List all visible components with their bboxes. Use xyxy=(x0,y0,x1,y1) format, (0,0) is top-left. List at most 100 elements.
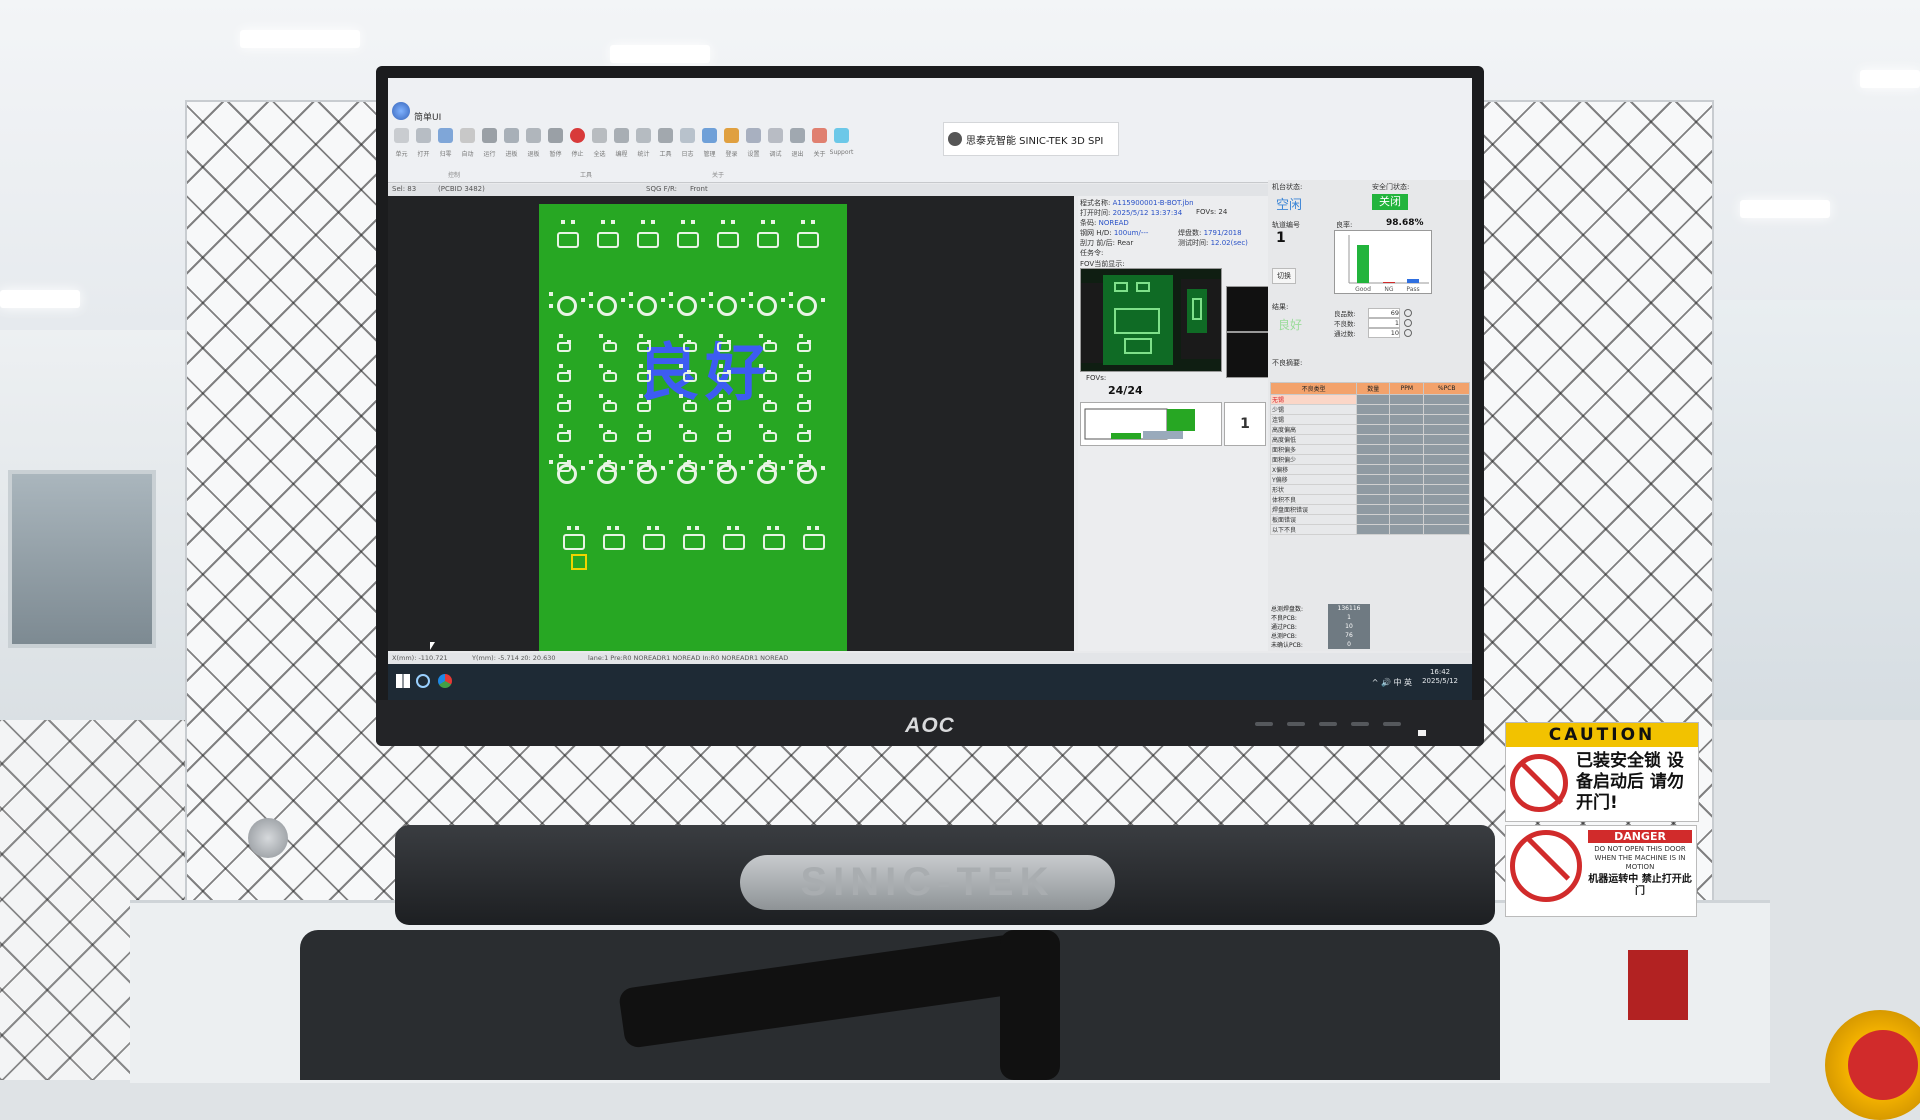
tool-label: 停止 xyxy=(571,151,584,158)
grid-tool-button[interactable]: 单元 xyxy=(392,122,411,168)
board-in-tool-button[interactable]: 进板 xyxy=(502,122,521,168)
app-menu-icon[interactable] xyxy=(392,102,410,120)
count-value: 69 xyxy=(1368,308,1400,318)
pcb-pad xyxy=(797,372,811,382)
folder-tool-button[interactable]: 打开 xyxy=(414,122,433,168)
tool-label: 调试 xyxy=(769,151,782,158)
support-icon xyxy=(834,128,849,143)
pcb-pad xyxy=(687,526,691,530)
pcb-pad xyxy=(581,298,585,302)
table-row[interactable]: 焊盘面积错误 xyxy=(1269,504,1470,515)
select-tool-button[interactable]: 全选 xyxy=(590,122,609,168)
defect-ppm xyxy=(1389,504,1425,515)
users-tool-button[interactable]: 管理 xyxy=(700,122,719,168)
defect-type: Y偏移 xyxy=(1269,474,1358,485)
monitor-button[interactable] xyxy=(1287,722,1305,726)
pcb-pad xyxy=(749,460,753,464)
auto-tool-button[interactable]: 自动 xyxy=(458,122,477,168)
tool-label: 进板 xyxy=(505,151,518,158)
defect-count xyxy=(1356,444,1391,455)
pcb-pad xyxy=(727,526,731,530)
board-view[interactable]: 良好 xyxy=(388,196,1074,651)
table-row[interactable]: 高度偏低 xyxy=(1269,434,1470,445)
support-tool-button[interactable]: Support xyxy=(830,122,853,168)
play-tool-button[interactable]: 运行 xyxy=(480,122,499,168)
stats-tool-button[interactable]: 统计 xyxy=(634,122,653,168)
table-row[interactable]: 形状 xyxy=(1269,484,1470,495)
pcb-pad xyxy=(723,534,745,550)
pcb-pad xyxy=(759,334,763,338)
pcb-pad xyxy=(599,424,603,428)
fov-thumbnail[interactable] xyxy=(1226,332,1270,378)
chart-label-good: Good xyxy=(1355,286,1371,293)
tool-label: 统计 xyxy=(637,151,650,158)
system-tray[interactable]: ^ 🔊 中 英 xyxy=(1372,677,1412,688)
table-row[interactable]: 连锡 xyxy=(1269,414,1470,425)
monitor-button[interactable] xyxy=(1319,722,1337,726)
table-row[interactable]: 面积偏少 xyxy=(1269,454,1470,465)
table-row[interactable]: 高度偏高 xyxy=(1269,424,1470,435)
tool-tool-button[interactable]: 工具 xyxy=(656,122,675,168)
debug-tool-button[interactable]: 调试 xyxy=(766,122,785,168)
stop-tool-button[interactable]: 停止 xyxy=(568,122,587,168)
column-header[interactable]: 不良类型 xyxy=(1269,382,1358,395)
mode-radio[interactable] xyxy=(1404,309,1412,317)
user-tool-button[interactable]: 登录 xyxy=(722,122,741,168)
monitor-button[interactable] xyxy=(1255,722,1273,726)
defect-summary-label: 不良摘要: xyxy=(1272,359,1303,367)
board-out-tool-button[interactable]: 退板 xyxy=(524,122,543,168)
switch-button[interactable]: 切换 xyxy=(1272,268,1296,284)
defect-pcb-pct xyxy=(1423,514,1470,525)
about-tool-button[interactable]: 关于 xyxy=(810,122,829,168)
yield-label: 良率: xyxy=(1336,221,1353,229)
pcb-pad xyxy=(661,298,665,302)
pcb-image[interactable]: 良好 xyxy=(539,204,847,651)
fov-image[interactable] xyxy=(1080,268,1222,372)
clock-tool-button[interactable]: 日志 xyxy=(678,122,697,168)
table-row[interactable]: 无锡 xyxy=(1269,394,1470,405)
chrome-icon[interactable] xyxy=(438,674,452,688)
link-tool-button[interactable]: 设置 xyxy=(744,122,763,168)
chart-label-pass: Pass xyxy=(1406,286,1419,293)
exit-tool-button[interactable]: 退出 xyxy=(788,122,807,168)
board-in-icon xyxy=(504,128,519,143)
program-tool-button[interactable]: 编程 xyxy=(612,122,631,168)
pcb-component xyxy=(637,296,657,316)
app-taskbar-icon[interactable] xyxy=(416,674,430,688)
summary-row: 未确认PCB: 0 xyxy=(1270,640,1470,649)
pcb-pad xyxy=(797,432,811,442)
table-row[interactable]: 以下不良 xyxy=(1269,524,1470,535)
mode-radio[interactable] xyxy=(1404,319,1412,327)
table-row[interactable]: 面积偏多 xyxy=(1269,444,1470,455)
open-time: 打开时间: 2025/5/12 13:37:34 xyxy=(1080,209,1183,217)
pcb-component xyxy=(677,296,697,316)
power-button[interactable] xyxy=(1418,730,1426,736)
fov-thumbnail[interactable] xyxy=(1226,286,1270,332)
column-header[interactable]: 数量 xyxy=(1356,382,1391,395)
table-row[interactable]: 体积不良 xyxy=(1269,494,1470,505)
table-row[interactable]: X偏移 xyxy=(1269,464,1470,475)
pcb-pad xyxy=(603,534,625,550)
taskbar-clock[interactable]: 16:42 2025/5/12 xyxy=(1422,668,1458,686)
defect-type: 高度偏低 xyxy=(1269,434,1358,445)
pcb-pad xyxy=(719,334,723,338)
pause-tool-button[interactable]: 暂停 xyxy=(546,122,565,168)
defect-count xyxy=(1356,484,1391,495)
home-tool-button[interactable]: 归零 xyxy=(436,122,455,168)
defect-pcb-pct xyxy=(1423,474,1470,485)
defect-ppm xyxy=(1389,474,1425,485)
monitor-button[interactable] xyxy=(1383,722,1401,726)
column-header[interactable]: PPM xyxy=(1389,382,1425,395)
mode-radio[interactable] xyxy=(1404,329,1412,337)
stop-icon xyxy=(570,128,585,143)
column-header[interactable]: %PCB xyxy=(1423,382,1470,395)
pcb-pad xyxy=(797,232,819,248)
table-row[interactable]: 板面错误 xyxy=(1269,514,1470,525)
emergency-stop-button[interactable] xyxy=(1848,1030,1918,1100)
clock-date: 2025/5/12 xyxy=(1422,677,1458,685)
table-row[interactable]: 少锡 xyxy=(1269,404,1470,415)
pcb-id: (PCBID 3482) xyxy=(438,185,485,193)
table-row[interactable]: Y偏移 xyxy=(1269,474,1470,485)
monitor-button[interactable] xyxy=(1351,722,1369,726)
windows-start-icon[interactable] xyxy=(396,674,410,688)
